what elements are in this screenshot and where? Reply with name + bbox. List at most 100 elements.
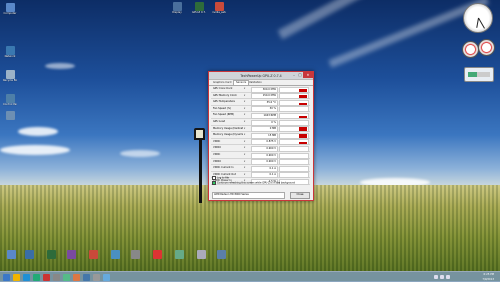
taskbar-app-icon[interactable] — [23, 273, 30, 281]
clock-minute-hand — [477, 17, 485, 29]
sensor-row: Memory Usage (Dedicated)▾0 MB — [211, 126, 310, 133]
sensor-row: VDDC ▾ 0.900 V — [211, 152, 310, 159]
taskbar-app-icon[interactable] — [53, 273, 60, 281]
installer-icon — [214, 2, 224, 11]
desktop-icon-recycle-bin[interactable]: Recycle Bin — [3, 70, 17, 82]
recycle-bin-icon — [5, 70, 15, 79]
sensor-graph-fill — [299, 134, 307, 138]
app-icon — [110, 250, 120, 259]
app-icon — [6, 250, 16, 259]
chevron-down-icon[interactable]: ▾ — [244, 106, 247, 112]
log-to-file-checkbox[interactable] — [212, 176, 216, 180]
desktop-icon-bottom-4[interactable] — [64, 250, 78, 259]
desktop-icon-shortcut[interactable] — [3, 111, 17, 120]
desktop-icon-bottom-6[interactable] — [108, 250, 122, 259]
sensor-graph-fill — [299, 95, 307, 99]
chevron-down-icon[interactable]: ▾ — [244, 165, 247, 171]
taskbar-app-icon[interactable] — [103, 273, 110, 281]
chevron-down-icon[interactable]: ▾ — [244, 139, 247, 145]
desktop-icon-computer[interactable]: Computer — [3, 3, 17, 15]
sensor-graph-fill — [299, 116, 307, 118]
taskbar: 6:25 PM 7/9/2013 — [0, 271, 500, 282]
taskbar-app-icon[interactable] — [73, 273, 80, 281]
taskbar-app-icon[interactable] — [13, 273, 20, 281]
taskbar-app-icon[interactable] — [43, 273, 50, 281]
cpu-meter-gadget[interactable] — [462, 41, 479, 58]
continue-refresh-checkbox[interactable] — [212, 181, 216, 185]
taskbar-app-icon[interactable] — [63, 273, 70, 281]
sensor-row: VDDCI ▾ 0.900 V — [211, 145, 310, 152]
sensor-row: Fan Speed (%) ▾ 30 % — [211, 106, 310, 113]
gpuz-window[interactable]: TechPowerUp GPU-Z 0.7.4 – □ ✕ Graphics C… — [208, 71, 314, 201]
sensor-row: GPU Memory Clock ▾ 150.0 MHz — [211, 93, 310, 100]
tab-graphics-card[interactable]: Graphics Card — [211, 81, 233, 85]
sensor-row: GPU Load ▾ 0 % — [211, 119, 310, 126]
chevron-down-icon[interactable]: ▾ — [244, 145, 247, 151]
log-to-file-row[interactable]: Log to file — [212, 176, 229, 180]
gpuz-icon — [194, 2, 204, 11]
sensor-graph-fill — [299, 88, 307, 92]
desktop-icon-bottom-1[interactable] — [4, 250, 18, 259]
taskbar-app-icon[interactable] — [83, 273, 90, 281]
chevron-down-icon[interactable]: ▾ — [244, 132, 247, 138]
sensor-name: VDDCI — [213, 159, 222, 163]
close-window-button[interactable]: ✕ — [303, 72, 313, 78]
window-titlebar[interactable]: TechPowerUp GPU-Z 0.7.4 – □ ✕ — [209, 72, 313, 80]
cloud — [120, 150, 160, 157]
gpu-select-dropdown[interactable]: AMD Radeon HD 8000 Series — [212, 192, 285, 199]
window-footer: AMD Radeon HD 8000 Series Close — [212, 192, 310, 199]
desktop-icon-bottom-3[interactable] — [44, 250, 58, 259]
app-icon — [152, 250, 162, 259]
desktop-icon-network[interactable]: Network — [3, 46, 17, 58]
memory-meter-gadget[interactable] — [478, 39, 495, 56]
sensor-name: Fan Speed (RPM) — [213, 113, 235, 117]
sensor-name: GPU Load — [213, 119, 226, 123]
desktop-icon-bottom-7[interactable] — [128, 250, 142, 259]
desktop-icon-bottom-5[interactable] — [86, 250, 100, 259]
chevron-down-icon[interactable]: ▾ — [244, 93, 247, 99]
taskbar-app-icon[interactable] — [93, 273, 100, 281]
desktop-icon-setup[interactable]: nvidia_setup.exe — [212, 2, 226, 14]
lamp-glass — [196, 130, 203, 138]
desktop-icon-display[interactable]: Display — [170, 2, 184, 14]
tab-validation[interactable]: Validation — [247, 81, 264, 85]
desktop-icon-gpuz[interactable]: GPU-Z 0.7.4 — [192, 2, 206, 14]
chevron-down-icon[interactable]: ▾ — [244, 86, 247, 92]
sensor-name: VDDC Current In — [213, 166, 234, 170]
clock-gadget[interactable] — [463, 3, 493, 33]
sensor-name: Fan Speed (%) — [213, 106, 232, 110]
network-icon — [5, 46, 15, 55]
sensor-row: VDDC ▾ 0.875 V — [211, 139, 310, 146]
sensor-graph-fill — [299, 102, 307, 105]
desktop-icon-bottom-11[interactable] — [214, 250, 228, 259]
desktop-icon-bottom-2[interactable] — [22, 250, 36, 259]
tray-volume-icon[interactable] — [440, 275, 444, 279]
lamp-post — [199, 135, 202, 203]
tray-network-icon[interactable] — [434, 275, 438, 279]
app-icon — [24, 250, 34, 259]
sensor-name: GPU Memory Clock — [213, 93, 237, 97]
tray-flag-icon[interactable] — [446, 275, 450, 279]
desktop-icon-bottom-10[interactable] — [194, 250, 208, 259]
chevron-down-icon[interactable]: ▾ — [244, 159, 247, 165]
chevron-down-icon[interactable]: ▾ — [244, 112, 247, 118]
log-to-file-label: Log to file — [217, 176, 229, 180]
continue-refresh-label: Continue refreshing this screen while GP… — [217, 181, 295, 185]
chevron-down-icon[interactable]: ▾ — [244, 99, 247, 105]
start-button[interactable] — [3, 273, 10, 281]
continue-refresh-row[interactable]: Continue refreshing this screen while GP… — [212, 181, 295, 185]
app-icon — [46, 250, 56, 259]
desktop-icon-bottom-9[interactable] — [172, 250, 186, 259]
chevron-down-icon[interactable]: ▾ — [244, 172, 247, 178]
taskbar-app-icon[interactable] — [33, 273, 40, 281]
chevron-down-icon[interactable]: ▾ — [244, 152, 247, 158]
close-button[interactable]: Close — [290, 192, 310, 199]
network-meter-gadget[interactable] — [464, 67, 494, 82]
cloud — [0, 145, 70, 155]
sensor-graph-fill — [299, 127, 307, 132]
chevron-down-icon[interactable]: ▾ — [244, 119, 247, 125]
desktop-icon-bottom-8[interactable] — [150, 250, 164, 259]
desktop-icon-control-panel[interactable]: Control Panel — [3, 94, 17, 106]
chevron-down-icon[interactable]: ▾ — [244, 126, 247, 132]
app-icon — [196, 250, 206, 259]
